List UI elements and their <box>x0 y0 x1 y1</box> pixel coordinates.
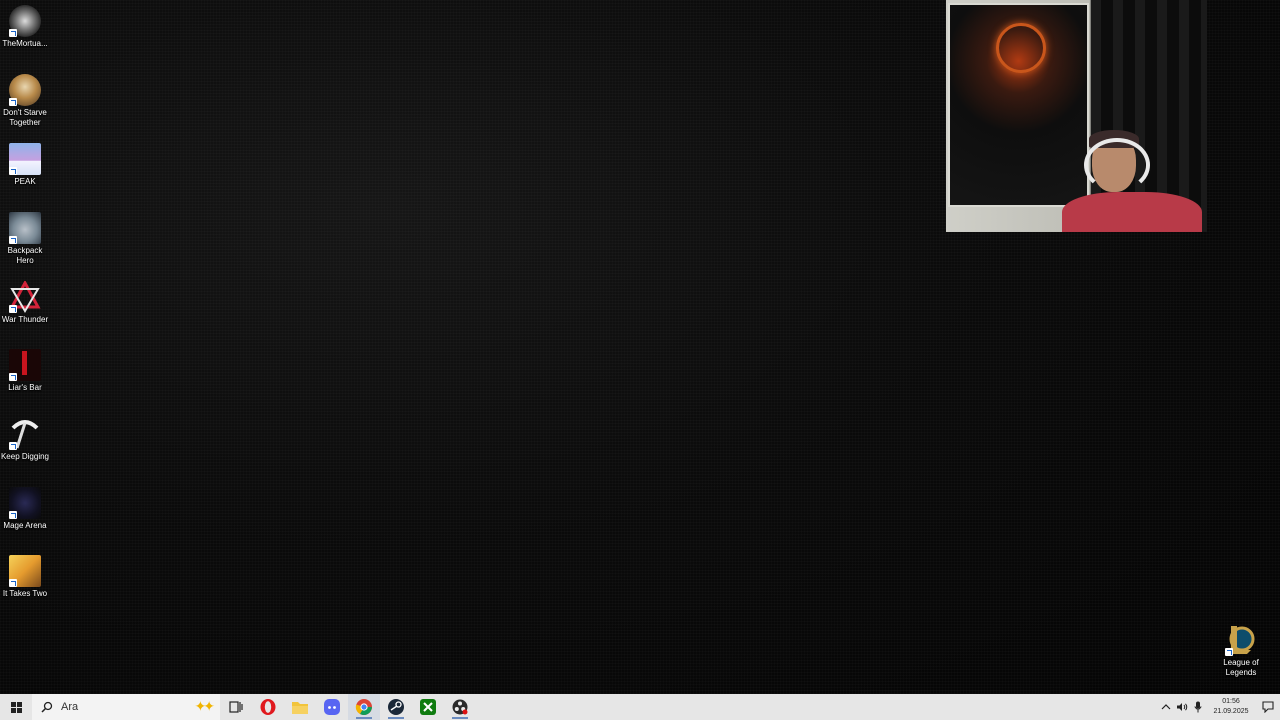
it-takes-two-icon <box>9 555 41 587</box>
desktop-icon-label: Keep Digging <box>0 452 50 461</box>
taskbar-discord[interactable] <box>316 694 348 720</box>
chrome-icon <box>355 699 372 716</box>
microphone-icon <box>1194 701 1202 713</box>
search-icon <box>41 701 53 713</box>
war-thunder-icon <box>9 279 41 313</box>
taskbar-chrome[interactable] <box>348 694 380 720</box>
obs-icon <box>452 699 468 715</box>
desktop-icon-themortuary[interactable]: TheMortua... <box>0 5 50 49</box>
shortcut-arrow-icon <box>1225 648 1233 656</box>
desktop-icon-label: Mage Arena <box>3 521 47 530</box>
task-view-icon <box>229 701 243 713</box>
shortcut-arrow-icon <box>9 305 17 313</box>
webcam-overlay <box>946 0 1207 232</box>
shortcut-arrow-icon <box>9 511 17 519</box>
desktop-icon-label: It Takes Two <box>2 589 48 598</box>
notification-icon <box>1262 701 1274 713</box>
desktop-icon-mage-arena[interactable]: Mage Arena <box>0 487 50 531</box>
taskbar: Ara ✦✦ 01:56 21.09.2025 <box>0 694 1280 720</box>
notification-center-button[interactable] <box>1256 701 1280 713</box>
taskbar-steam[interactable] <box>380 694 412 720</box>
desktop: TheMortua... Don't Starve Together PEAK … <box>0 0 1280 694</box>
dont-starve-icon <box>9 74 41 106</box>
liars-bar-icon <box>9 349 41 381</box>
headset-icon <box>1084 138 1150 192</box>
desktop-icon-backpack-hero[interactable]: Backpack Hero <box>0 212 50 266</box>
xbox-icon <box>420 699 436 715</box>
league-of-legends-icon <box>1225 624 1257 656</box>
desktop-icon-label: War Thunder <box>1 315 49 324</box>
mage-arena-icon <box>9 487 41 519</box>
system-tray: 01:56 21.09.2025 <box>1158 694 1280 720</box>
desktop-icon-peak[interactable]: PEAK <box>0 143 50 187</box>
shortcut-arrow-icon <box>9 442 17 450</box>
microphone-button[interactable] <box>1190 701 1206 713</box>
desktop-icon-label: Liar's Bar <box>8 383 42 392</box>
desktop-icon-dont-starve-together[interactable]: Don't Starve Together <box>0 74 50 128</box>
speaker-icon <box>1177 703 1188 711</box>
taskbar-obs[interactable] <box>444 694 476 720</box>
desktop-icon-label: Don't Starve Together <box>3 108 47 127</box>
windows-logo-icon <box>10 701 22 713</box>
clock[interactable]: 01:56 21.09.2025 <box>1206 697 1256 717</box>
task-view-button[interactable] <box>220 694 252 720</box>
clock-time: 01:56 <box>1222 698 1240 705</box>
shortcut-arrow-icon <box>9 236 17 244</box>
desktop-icon-war-thunder[interactable]: War Thunder <box>0 279 50 325</box>
keep-digging-icon <box>9 418 41 450</box>
desktop-icon-label: TheMortua... <box>2 39 48 48</box>
desktop-icon-label: League of Legends <box>1223 658 1259 677</box>
backpack-hero-icon <box>9 212 41 244</box>
shortcut-arrow-icon <box>9 167 17 175</box>
taskbar-xbox[interactable] <box>412 694 444 720</box>
desktop-icon-it-takes-two[interactable]: It Takes Two <box>0 555 50 599</box>
desktop-icon-label: Backpack Hero <box>7 246 43 265</box>
desktop-icon-league-of-legends[interactable]: League of Legends <box>1216 624 1266 678</box>
streamer <box>1058 130 1206 232</box>
search-highlight-icon: ✦✦ <box>194 698 216 714</box>
start-button[interactable] <box>0 694 32 720</box>
peak-icon <box>9 143 41 175</box>
volume-button[interactable] <box>1174 702 1190 712</box>
taskbar-file-explorer[interactable] <box>284 694 316 720</box>
desktop-icon-liars-bar[interactable]: Liar's Bar <box>0 349 50 393</box>
chevron-up-icon <box>1161 704 1171 710</box>
poster-sun-emblem <box>996 23 1046 73</box>
opera-icon <box>260 699 276 715</box>
streamer-shirt <box>1062 192 1202 232</box>
steam-icon <box>388 699 404 715</box>
desktop-icon-keep-digging[interactable]: Keep Digging <box>0 418 50 462</box>
taskbar-opera[interactable] <box>252 694 284 720</box>
search-box[interactable]: Ara ✦✦ <box>32 694 220 720</box>
desktop-icon-label: PEAK <box>14 177 36 186</box>
shortcut-arrow-icon <box>9 579 17 587</box>
clock-date: 21.09.2025 <box>1213 708 1249 715</box>
discord-icon <box>324 699 340 715</box>
themortuary-icon <box>9 5 41 37</box>
shortcut-arrow-icon <box>9 29 17 37</box>
file-explorer-icon <box>292 702 308 714</box>
shortcut-arrow-icon <box>9 98 17 106</box>
search-placeholder: Ara <box>61 701 79 713</box>
shortcut-arrow-icon <box>9 373 17 381</box>
show-hidden-icons-button[interactable] <box>1158 704 1174 710</box>
